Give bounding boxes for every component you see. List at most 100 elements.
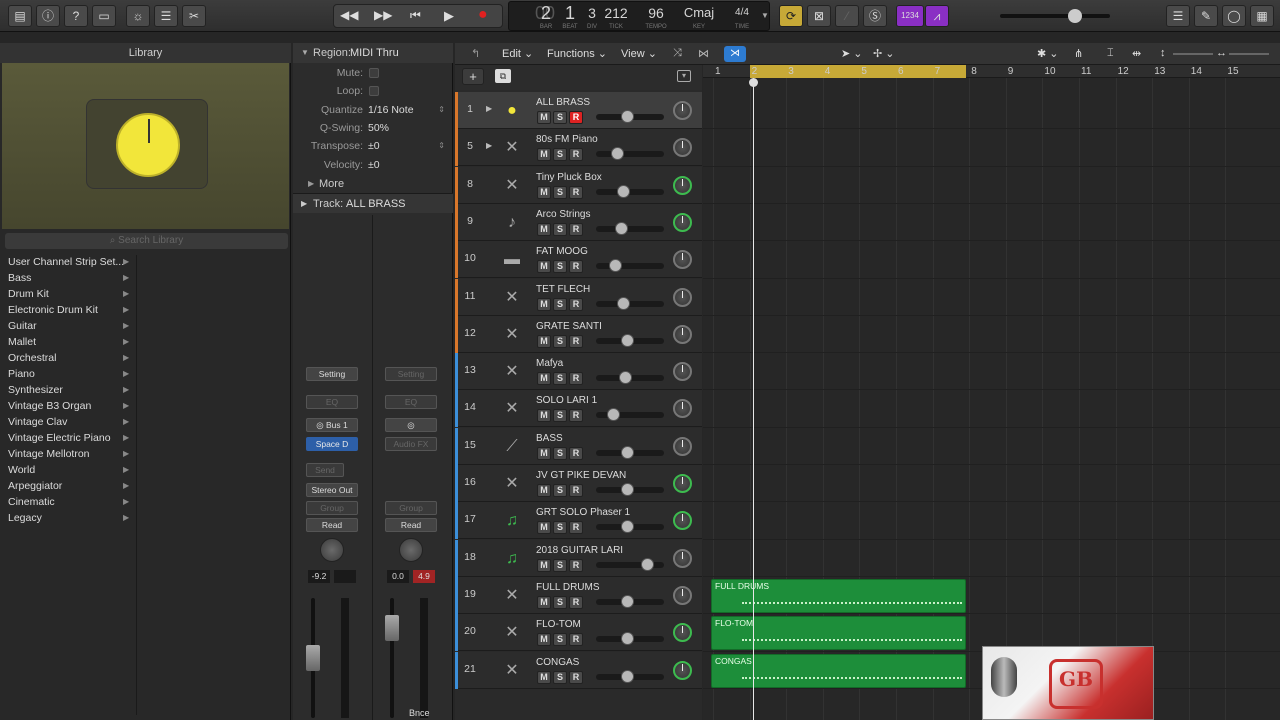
library-category-item[interactable]: Orchestral: [8, 350, 134, 366]
track-volume-handle[interactable]: [620, 110, 634, 123]
track-name[interactable]: ALL BRASS: [536, 97, 590, 108]
edit-menu[interactable]: Edit ⌄: [502, 47, 533, 60]
disclosure-triangle-icon[interactable]: ▶: [486, 104, 492, 113]
solo-button[interactable]: S: [553, 111, 567, 124]
disclosure-triangle-icon[interactable]: ▼: [301, 43, 309, 63]
pointer-tool-icon[interactable]: ➤ ⌄: [841, 47, 863, 60]
automation-button[interactable]: Read: [306, 518, 358, 532]
mute-button[interactable]: M: [537, 446, 551, 460]
track-header-row[interactable]: 18 ♫ 2018 GUITAR LARI M S R: [455, 539, 702, 577]
track-volume-slider[interactable]: [596, 520, 664, 534]
output-button[interactable]: Stereo Out: [306, 483, 358, 497]
track-name[interactable]: Tiny Pluck Box: [536, 172, 602, 183]
mute-button[interactable]: M: [537, 484, 551, 497]
track-height-icon[interactable]: ↕: [1160, 47, 1166, 59]
mute-button[interactable]: M: [537, 148, 551, 162]
mute-button[interactable]: M: [537, 595, 551, 609]
track-header-row[interactable]: 17 ♫ GRT SOLO Phaser 1 MSR: [455, 502, 702, 540]
track-name[interactable]: CONGAS: [536, 657, 579, 668]
pan-knob[interactable]: [320, 538, 344, 562]
library-category-item[interactable]: Vintage Mellotron: [8, 446, 134, 462]
setting-button[interactable]: Setting: [306, 367, 358, 381]
library-category-item[interactable]: Arpeggiator: [8, 478, 134, 494]
browser-icon[interactable]: ▦: [1250, 5, 1274, 27]
mute-button[interactable]: M: [537, 409, 551, 423]
guitar-icon[interactable]: ⟋: [499, 434, 525, 460]
tuner-icon[interactable]: ⁄: [835, 5, 859, 27]
waveform-zoom-icon[interactable]: ⋔: [1074, 47, 1083, 60]
solo-button[interactable]: S: [553, 670, 567, 684]
quick-help-icon[interactable]: ?: [64, 5, 88, 27]
violin-icon[interactable]: ♪: [499, 210, 525, 236]
track-header-row[interactable]: 13 ✕ Mafya M S R: [455, 353, 702, 391]
bar-ruler[interactable]: 1 2 3 4 5 6 7 8 9 10 11 12 13 14 15: [703, 65, 1280, 78]
region-parameter-row[interactable]: Transpose: ±0 ⇕: [293, 137, 453, 155]
track-volume-slider[interactable]: [596, 221, 664, 235]
region-parameter-row[interactable]: Q-Swing: 50%: [293, 119, 453, 137]
record-enable-button[interactable]: R: [569, 558, 583, 572]
track-pan-knob[interactable]: [673, 623, 692, 643]
track-volume-handle[interactable]: [620, 669, 634, 683]
track-pan-knob[interactable]: [673, 660, 692, 680]
track-volume-handle[interactable]: [641, 557, 655, 571]
playhead-handle[interactable]: [749, 78, 758, 87]
library-category-item[interactable]: Mallet: [8, 334, 134, 350]
track-header-row[interactable]: 10 ▬ FAT MOOG M S R: [455, 241, 702, 279]
library-category-item[interactable]: Synthesizer: [8, 382, 134, 398]
keyboard-icon[interactable]: ✕: [499, 583, 525, 609]
track-volume-handle[interactable]: [620, 333, 634, 347]
solo-button[interactable]: S: [553, 372, 567, 386]
track-pan-knob[interactable]: [673, 399, 692, 419]
link-icon[interactable]: ◎: [385, 418, 437, 432]
record-enable-button[interactable]: R: [569, 334, 583, 348]
library-category-item[interactable]: Bass: [8, 270, 134, 286]
lcd-display[interactable]: 00 2 BAR 1 BEAT 3 DIV 212 TICK 96 TEMPO Cmaj K…: [508, 1, 770, 31]
track-header-row[interactable]: 8 ✕ Tiny Pluck Box M S R: [455, 166, 702, 204]
track-volume-slider[interactable]: [596, 557, 664, 571]
track-name[interactable]: GRATE SANTI: [536, 321, 602, 332]
zoom-width-icon[interactable]: ↔: [1216, 47, 1227, 59]
parameter-value[interactable]: ±0: [368, 137, 380, 155]
record-button[interactable]: ●: [478, 6, 488, 24]
track-header-row[interactable]: 14 ✕ SOLO LARI 1 MSR: [455, 390, 702, 428]
disclosure-triangle-icon[interactable]: ▶: [486, 141, 492, 150]
record-enable-button[interactable]: R: [569, 484, 583, 497]
track-volume-handle[interactable]: [610, 147, 624, 161]
track-name[interactable]: TET FLECH: [536, 284, 590, 295]
region-parameter-row[interactable]: Quantize 1/16 Note ⇕: [293, 101, 453, 119]
track-pan-knob[interactable]: [673, 250, 692, 270]
track-header-row[interactable]: 5 ▶ ✕ 80s FM Piano M S R: [455, 129, 702, 167]
track-pan-knob[interactable]: [673, 324, 692, 344]
library-category-item[interactable]: Cinematic: [8, 494, 134, 510]
record-enable-button[interactable]: R: [569, 595, 583, 609]
record-enable-button[interactable]: R: [569, 148, 583, 162]
track-volume-handle[interactable]: [609, 259, 623, 273]
track-volume-slider[interactable]: [596, 147, 664, 161]
music-note-icon[interactable]: ♫: [499, 546, 525, 572]
metronome-icon[interactable]: ⩘: [925, 5, 949, 27]
track-volume-slider[interactable]: [596, 445, 664, 459]
track-volume-slider[interactable]: [596, 259, 664, 273]
track-volume-handle[interactable]: [620, 483, 634, 496]
keyboard-icon[interactable]: ✕: [499, 471, 525, 497]
solo-button[interactable]: S: [553, 297, 567, 311]
library-category-item[interactable]: Piano: [8, 366, 134, 382]
track-volume-handle[interactable]: [620, 594, 634, 608]
loop-browser-icon[interactable]: ◯: [1222, 5, 1246, 27]
library-category-item[interactable]: World: [8, 462, 134, 478]
library-icon[interactable]: ▤: [8, 5, 32, 27]
eq-button[interactable]: EQ: [306, 395, 358, 409]
cycle-region[interactable]: [750, 65, 966, 78]
track-pan-knob[interactable]: [673, 287, 692, 307]
yellow-knob-icon[interactable]: ●: [499, 98, 525, 124]
track-volume-slider[interactable]: [596, 296, 664, 310]
global-tracks-icon[interactable]: ▾: [677, 70, 691, 82]
midi-region[interactable]: FLO-TOM: [711, 616, 966, 651]
chevron-down-icon[interactable]: ▼: [761, 11, 769, 20]
track-volume-slider[interactable]: [596, 632, 664, 646]
record-enable-button[interactable]: R: [569, 297, 583, 311]
inspector-icon[interactable]: ⓘ: [36, 5, 60, 27]
mute-button[interactable]: M: [537, 633, 551, 647]
track-name[interactable]: SOLO LARI 1: [536, 395, 597, 406]
functions-menu[interactable]: Functions ⌄: [547, 47, 607, 60]
